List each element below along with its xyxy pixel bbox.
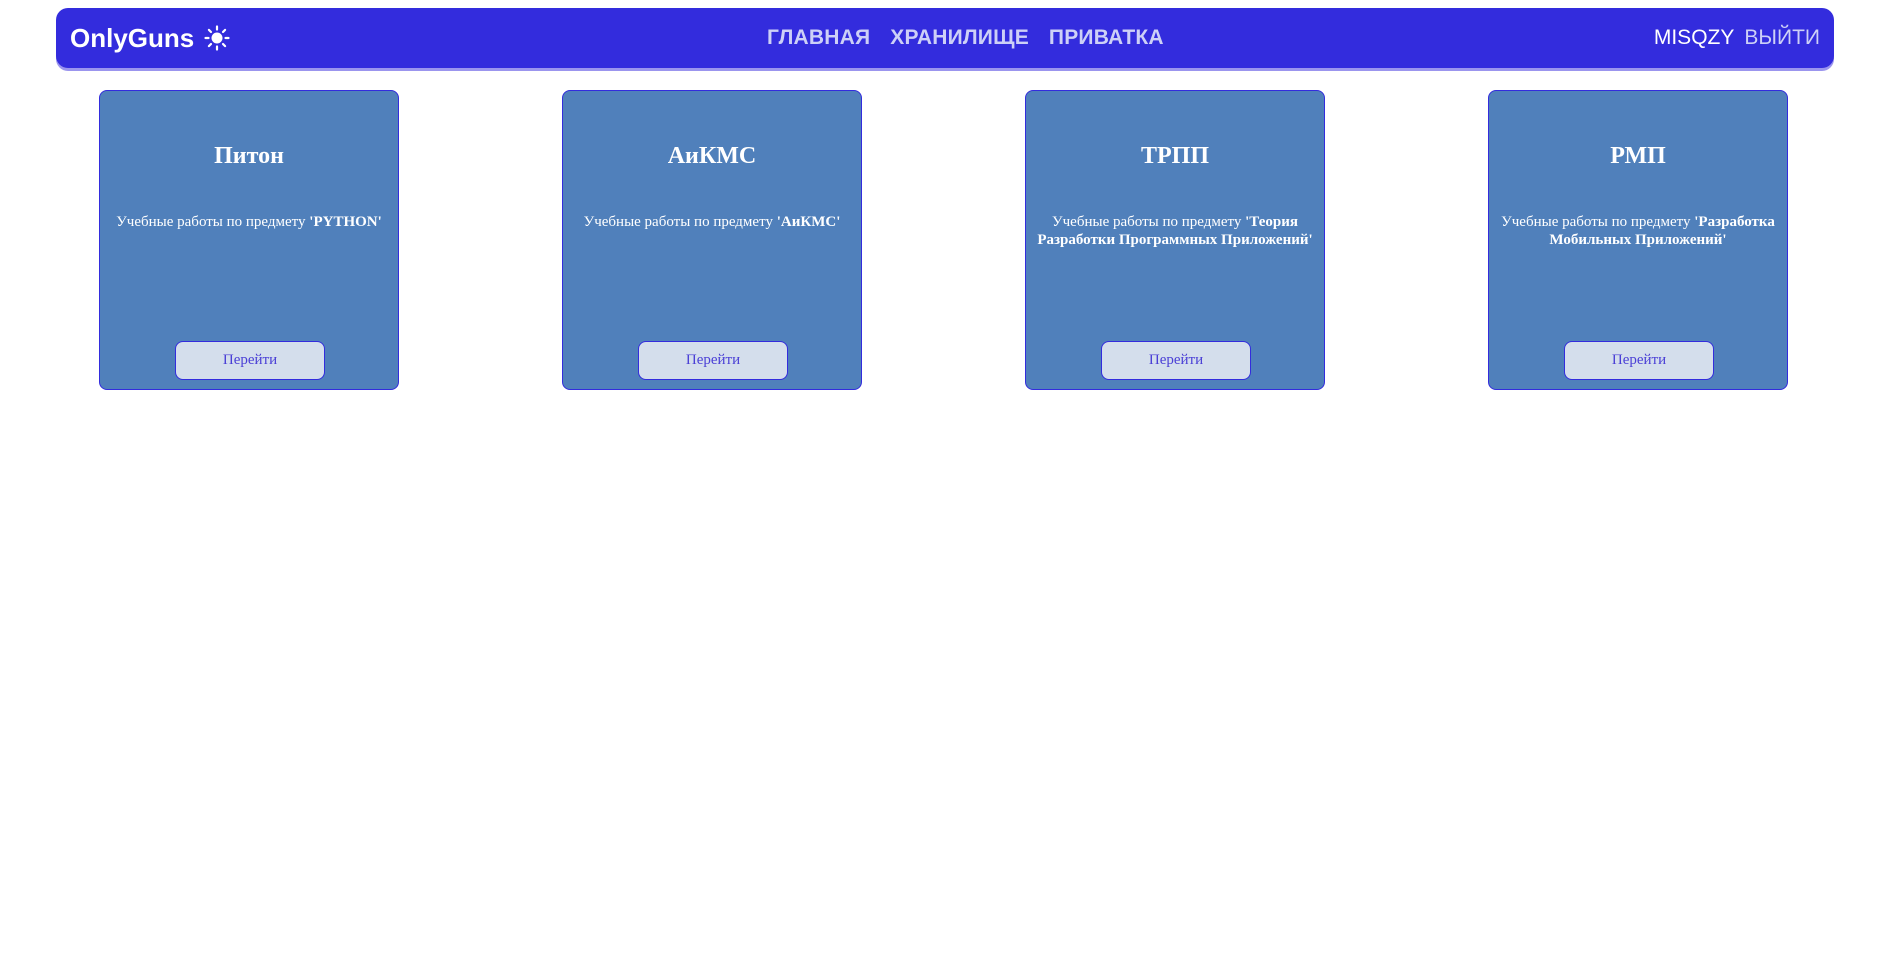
card-title: ТРПП (1140, 143, 1209, 169)
card-subject: 'PYTHON' (309, 214, 382, 230)
subject-card-aikms: АиКМС Учебные работы по предмету 'АиКМС'… (562, 90, 862, 390)
card-subject: 'АиКМС' (776, 214, 841, 230)
top-navbar: OnlyGuns ГЛАВНАЯ ХРАНИЛИЩЕ ПРИВАТКА MISQ… (56, 8, 1834, 68)
card-title: РМП (1610, 143, 1666, 169)
subject-card-trpp: ТРПП Учебные работы по предмету 'Теория … (1025, 90, 1325, 390)
go-button[interactable]: Перейти (1564, 341, 1714, 380)
card-description: Учебные работы по предмету 'PYTHON' (110, 213, 388, 231)
subject-card-rmp: РМП Учебные работы по предмету 'Разработ… (1488, 90, 1788, 390)
card-title: АиКМС (667, 143, 757, 169)
card-description: Учебные работы по предмету 'Разработка М… (1499, 213, 1777, 249)
go-button[interactable]: Перейти (638, 341, 788, 380)
sun-icon[interactable] (204, 25, 230, 51)
brand-logo[interactable]: OnlyGuns (70, 8, 230, 68)
card-description-text: Учебные работы по предмету (1501, 214, 1695, 230)
card-title: Питон (214, 143, 284, 169)
nav-link-private[interactable]: ПРИВАТКА (1049, 26, 1164, 50)
brand-name[interactable]: OnlyGuns (70, 23, 194, 54)
logout-link[interactable]: ВЫЙТИ (1744, 26, 1820, 50)
main-nav: ГЛАВНАЯ ХРАНИЛИЩЕ ПРИВАТКА (767, 8, 1164, 68)
card-description-text: Учебные работы по предмету (583, 214, 777, 230)
username: MISQZY (1653, 26, 1735, 49)
nav-link-storage[interactable]: ХРАНИЛИЩЕ (890, 26, 1029, 50)
go-button[interactable]: Перейти (1101, 341, 1251, 380)
subject-card-python: Питон Учебные работы по предмету 'PYTHON… (99, 90, 399, 390)
card-description: Учебные работы по предмету 'АиКМС' (573, 213, 851, 231)
card-description: Учебные работы по предмету 'Теория Разра… (1036, 213, 1314, 249)
card-description-text: Учебные работы по предмету (1052, 214, 1246, 230)
go-button[interactable]: Перейти (175, 341, 325, 380)
nav-link-home[interactable]: ГЛАВНАЯ (767, 26, 870, 50)
card-description-text: Учебные работы по предмету (116, 214, 310, 230)
user-area: MISQZY ВЫЙТИ (1654, 8, 1820, 68)
